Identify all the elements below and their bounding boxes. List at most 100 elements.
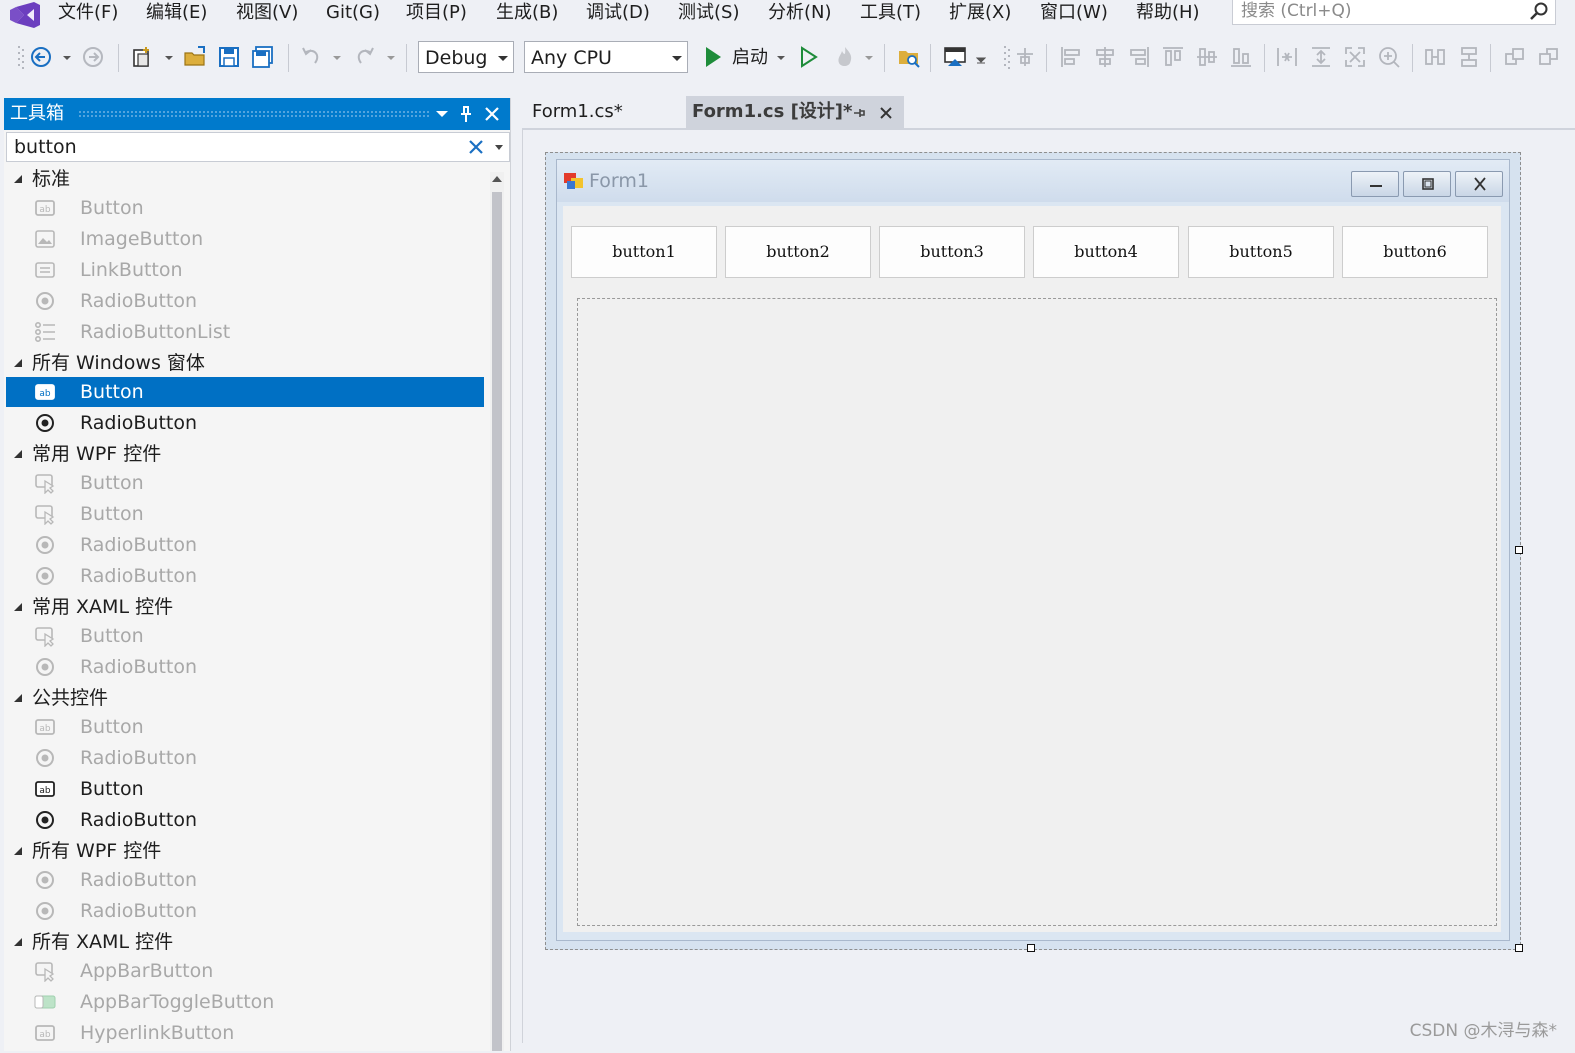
redo-dropdown-icon[interactable] xyxy=(386,48,396,66)
align-tops-icon[interactable] xyxy=(1160,44,1186,70)
menu-item[interactable]: 文件(F) xyxy=(58,1,118,25)
toolbox-group-header[interactable]: 公共控件 xyxy=(4,684,484,712)
save-all-icon[interactable] xyxy=(250,44,276,70)
navigate-back-icon[interactable] xyxy=(28,44,54,70)
menu-item[interactable]: 工具(T) xyxy=(860,1,921,25)
toolbox-item[interactable]: RadioButton xyxy=(6,805,484,835)
expanded-triangle-icon[interactable] xyxy=(14,694,22,702)
toolbox-scrollbar[interactable] xyxy=(490,172,504,1051)
toolbox-title-bar[interactable]: 工具箱 xyxy=(4,98,510,130)
undo-icon[interactable] xyxy=(298,44,324,70)
new-dropdown-icon[interactable] xyxy=(164,48,174,66)
align-to-grid-icon[interactable] xyxy=(1012,44,1038,70)
toolbox-group-header[interactable]: 所有 Windows 窗体 xyxy=(4,349,484,377)
form-selection-frame[interactable]: Form1 button1 button2 button3 button4 bu… xyxy=(545,152,1521,950)
toolbox-item[interactable]: AppBarButton xyxy=(6,956,484,986)
new-project-icon[interactable] xyxy=(130,44,156,70)
toolbox-group-header[interactable]: 标准 xyxy=(4,165,484,193)
toolbox-title-grip[interactable] xyxy=(78,110,430,118)
form-button-4[interactable]: button4 xyxy=(1033,226,1179,278)
undo-dropdown-icon[interactable] xyxy=(332,48,342,66)
form-button-2[interactable]: button2 xyxy=(725,226,871,278)
hot-reload-dropdown-icon[interactable] xyxy=(864,48,874,66)
send-to-back-icon[interactable] xyxy=(1536,44,1562,70)
solution-configuration-select[interactable]: Debug xyxy=(418,41,514,73)
toolbox-item[interactable]: ab Button xyxy=(6,712,484,742)
size-to-grid-icon[interactable] xyxy=(1376,44,1402,70)
bring-to-front-icon[interactable] xyxy=(1502,44,1528,70)
expanded-triangle-icon[interactable] xyxy=(14,175,22,183)
form-button-6[interactable]: button6 xyxy=(1342,226,1488,278)
scrollbar-thumb[interactable] xyxy=(492,192,502,1051)
form-panel[interactable] xyxy=(577,298,1497,926)
search-icon[interactable] xyxy=(1529,1,1549,21)
navigate-forward-icon[interactable] xyxy=(80,44,106,70)
menu-item[interactable]: 生成(B) xyxy=(496,1,558,25)
make-same-size-icon[interactable] xyxy=(1342,44,1368,70)
layout-window-icon[interactable] xyxy=(942,44,968,70)
form-button-1[interactable]: button1 xyxy=(571,226,717,278)
expanded-triangle-icon[interactable] xyxy=(14,847,22,855)
hot-reload-icon[interactable] xyxy=(832,44,858,70)
toolbox-item[interactable]: RadioButton xyxy=(6,865,484,895)
scroll-up-arrow-icon[interactable] xyxy=(492,176,502,182)
toolbar-grip-icon[interactable] xyxy=(8,44,24,70)
toolbox-group-header[interactable]: 所有 WPF 控件 xyxy=(4,837,484,865)
toolbox-item[interactable]: Button xyxy=(6,468,484,498)
menu-item[interactable]: 窗口(W) xyxy=(1040,1,1108,25)
start-dropdown-icon[interactable] xyxy=(776,48,786,66)
align-middles-icon[interactable] xyxy=(1194,44,1220,70)
toolbox-item[interactable]: Button xyxy=(6,499,484,529)
resize-handle-bottom[interactable] xyxy=(1027,944,1035,952)
menu-item[interactable]: 分析(N) xyxy=(768,1,832,25)
toolbox-item[interactable]: ab HyperlinkButton xyxy=(6,1018,484,1048)
menu-item[interactable]: 视图(V) xyxy=(236,1,298,25)
start-without-debugging-icon[interactable] xyxy=(796,44,822,70)
expanded-triangle-icon[interactable] xyxy=(14,938,22,946)
align-centers-icon[interactable] xyxy=(1092,44,1118,70)
toolbox-item[interactable]: LinkButton xyxy=(6,255,484,285)
toolbox-item[interactable]: RadioButton xyxy=(6,652,484,682)
pin-tab-icon[interactable] xyxy=(852,106,866,120)
form-minimize-button[interactable] xyxy=(1351,171,1399,197)
tab-form1-designer[interactable]: Form1.cs [设计]* xyxy=(686,96,904,130)
form-button-3[interactable]: button3 xyxy=(879,226,1025,278)
toolbox-item[interactable]: ab Button xyxy=(6,193,484,223)
toolbox-group-header[interactable]: 常用 XAML 控件 xyxy=(4,593,484,621)
form-title-bar[interactable]: Form1 xyxy=(557,160,1509,202)
form1-window[interactable]: Form1 button1 button2 button3 button4 bu… xyxy=(556,159,1510,941)
resize-handle-right[interactable] xyxy=(1515,546,1523,554)
toolbox-search-input[interactable]: button xyxy=(6,132,510,162)
toolbox-item[interactable]: Button xyxy=(6,621,484,651)
toolbox-group-header[interactable]: 常用 WPF 控件 xyxy=(4,440,484,468)
close-icon[interactable] xyxy=(482,104,502,124)
pin-icon[interactable] xyxy=(456,104,476,124)
form-button-5[interactable]: button5 xyxy=(1188,226,1334,278)
expanded-triangle-icon[interactable] xyxy=(14,603,22,611)
redo-icon[interactable] xyxy=(352,44,378,70)
expanded-triangle-icon[interactable] xyxy=(14,450,22,458)
align-rights-icon[interactable] xyxy=(1126,44,1152,70)
menu-item[interactable]: 编辑(E) xyxy=(146,1,207,25)
toolbox-item[interactable]: RadioButton xyxy=(6,743,484,773)
clear-search-icon[interactable] xyxy=(465,136,487,158)
toolbar-grip-icon[interactable] xyxy=(994,44,1010,70)
solution-platform-select[interactable]: Any CPU xyxy=(524,41,688,73)
menu-item[interactable]: 测试(S) xyxy=(678,1,739,25)
toolbox-item[interactable]: RadioButton xyxy=(6,896,484,926)
form-close-button[interactable] xyxy=(1455,171,1503,197)
quick-launch-search[interactable]: 搜索 (Ctrl+Q) xyxy=(1232,0,1556,25)
form-client-area[interactable]: button1 button2 button3 button4 button5 … xyxy=(563,206,1501,932)
search-options-chevron-icon[interactable] xyxy=(495,145,503,150)
align-bottoms-icon[interactable] xyxy=(1228,44,1254,70)
toolbox-item[interactable]: RadioButtonList xyxy=(6,317,484,347)
start-button-label[interactable]: 启动 xyxy=(732,45,768,71)
expanded-triangle-icon[interactable] xyxy=(14,359,22,367)
menu-item[interactable]: Git(G) xyxy=(326,1,380,25)
menu-item[interactable]: 调试(D) xyxy=(586,1,650,25)
toolbox-item[interactable]: ab Button xyxy=(6,377,484,407)
toolbox-item[interactable]: RadioButton xyxy=(6,408,484,438)
menu-item[interactable]: 帮助(H) xyxy=(1136,1,1200,25)
horizontal-spacing-icon[interactable] xyxy=(1422,44,1448,70)
open-file-icon[interactable] xyxy=(182,44,208,70)
